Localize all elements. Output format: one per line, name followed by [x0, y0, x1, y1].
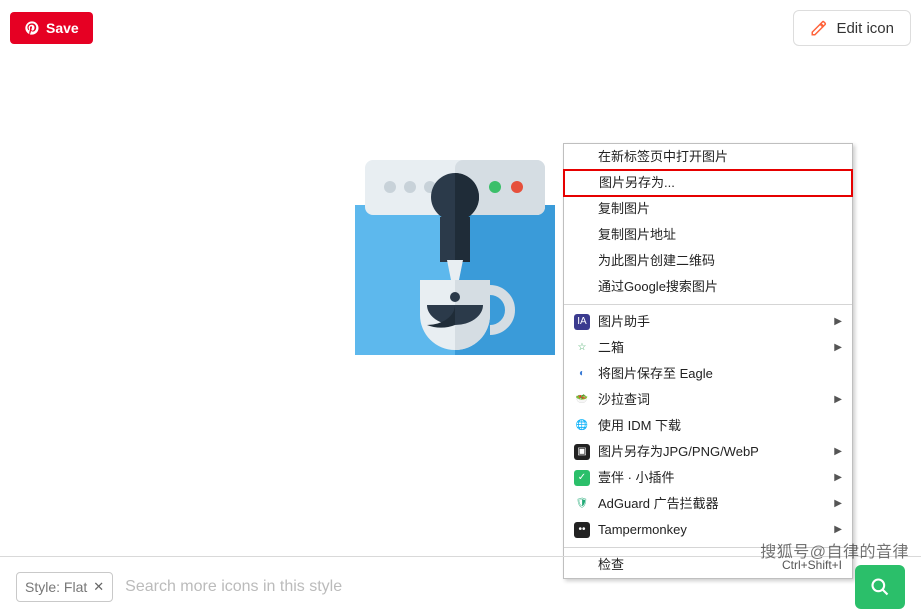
menu-item-label: 二箱	[598, 339, 624, 357]
menu-item-extension[interactable]: ☆ 二箱 ▶	[564, 335, 852, 361]
menu-item-extension[interactable]: 🥗 沙拉查词 ▶	[564, 387, 852, 413]
extension-icon: ☆	[574, 340, 590, 356]
menu-item[interactable]: 复制图片	[564, 196, 852, 222]
menu-item-label: AdGuard 广告拦截器	[598, 495, 719, 513]
menu-item-label: 图片助手	[598, 313, 650, 331]
extension-icon: IA	[574, 314, 590, 330]
search-icon	[870, 577, 890, 597]
icon-preview[interactable]	[340, 145, 570, 365]
menu-item-label: 复制图片	[598, 200, 650, 218]
menu-item-extension[interactable]: ◐ 将图片保存至 Eagle	[564, 361, 852, 387]
menu-separator	[564, 304, 852, 305]
menu-item-label: Tampermonkey	[598, 521, 687, 539]
menu-item[interactable]: 为此图片创建二维码	[564, 248, 852, 274]
chevron-right-icon: ▶	[834, 313, 842, 331]
top-bar: Save Edit icon	[10, 10, 911, 46]
menu-item-extension[interactable]: 🌐 使用 IDM 下载	[564, 413, 852, 439]
extension-icon: ▣	[574, 444, 590, 460]
extension-icon: 🛡	[574, 496, 590, 512]
pencil-icon	[810, 19, 828, 37]
menu-item-label: 为此图片创建二维码	[598, 252, 715, 270]
menu-item[interactable]: 复制图片地址	[564, 222, 852, 248]
chevron-right-icon: ▶	[834, 391, 842, 409]
edit-button-label: Edit icon	[836, 20, 894, 37]
menu-item-label: 将图片保存至 Eagle	[598, 365, 713, 383]
save-button-label: Save	[46, 20, 79, 36]
menu-item-label: 图片另存为...	[599, 174, 675, 192]
menu-separator	[564, 547, 852, 548]
menu-item-extension[interactable]: ✓ 壹伴 · 小插件 ▶	[564, 465, 852, 491]
menu-item-label: 图片另存为JPG/PNG/WebP	[598, 443, 759, 461]
menu-item-extension[interactable]: IA 图片助手 ▶	[564, 309, 852, 335]
chevron-right-icon: ▶	[834, 521, 842, 539]
chevron-right-icon: ▶	[834, 443, 842, 461]
pinterest-save-button[interactable]: Save	[10, 12, 93, 44]
menu-item-extension[interactable]: ▣ 图片另存为JPG/PNG/WebP ▶	[564, 439, 852, 465]
context-menu: 在新标签页中打开图片图片另存为... 复制图片复制图片地址为此图片创建二维码通过G…	[563, 143, 853, 579]
edit-icon-button[interactable]: Edit icon	[793, 10, 911, 46]
search-input[interactable]	[125, 578, 843, 596]
extension-icon: 🌐	[574, 418, 590, 434]
menu-item[interactable]: 图片另存为...	[563, 169, 853, 197]
extension-icon: 🥗	[574, 392, 590, 408]
menu-item-extension[interactable]: •• Tampermonkey ▶	[564, 517, 852, 543]
chevron-right-icon: ▶	[834, 469, 842, 487]
close-icon[interactable]: ✕	[93, 579, 104, 595]
chevron-right-icon: ▶	[834, 339, 842, 357]
style-filter-chip[interactable]: Style: Flat ✕	[16, 572, 113, 602]
chevron-right-icon: ▶	[834, 495, 842, 513]
search-button[interactable]	[855, 565, 905, 609]
menu-item-label: 复制图片地址	[598, 226, 676, 244]
menu-item-label: 在新标签页中打开图片	[598, 148, 728, 166]
pinterest-icon	[24, 20, 40, 36]
chip-label: Style: Flat	[25, 579, 87, 595]
menu-item-extension[interactable]: 🛡 AdGuard 广告拦截器 ▶	[564, 491, 852, 517]
menu-item-label: 沙拉查词	[598, 391, 650, 409]
menu-item-label: 通过Google搜索图片	[598, 278, 718, 296]
menu-item[interactable]: 在新标签页中打开图片	[564, 144, 852, 170]
menu-item-label: 壹伴 · 小插件	[598, 469, 675, 487]
bottom-search-bar: Style: Flat ✕	[0, 556, 921, 616]
menu-item[interactable]: 通过Google搜索图片	[564, 274, 852, 300]
extension-icon: ◐	[574, 366, 590, 382]
menu-item-label: 使用 IDM 下载	[598, 417, 681, 435]
extension-icon: ••	[574, 522, 590, 538]
coffee-machine-icon	[345, 145, 565, 365]
extension-icon: ✓	[574, 470, 590, 486]
